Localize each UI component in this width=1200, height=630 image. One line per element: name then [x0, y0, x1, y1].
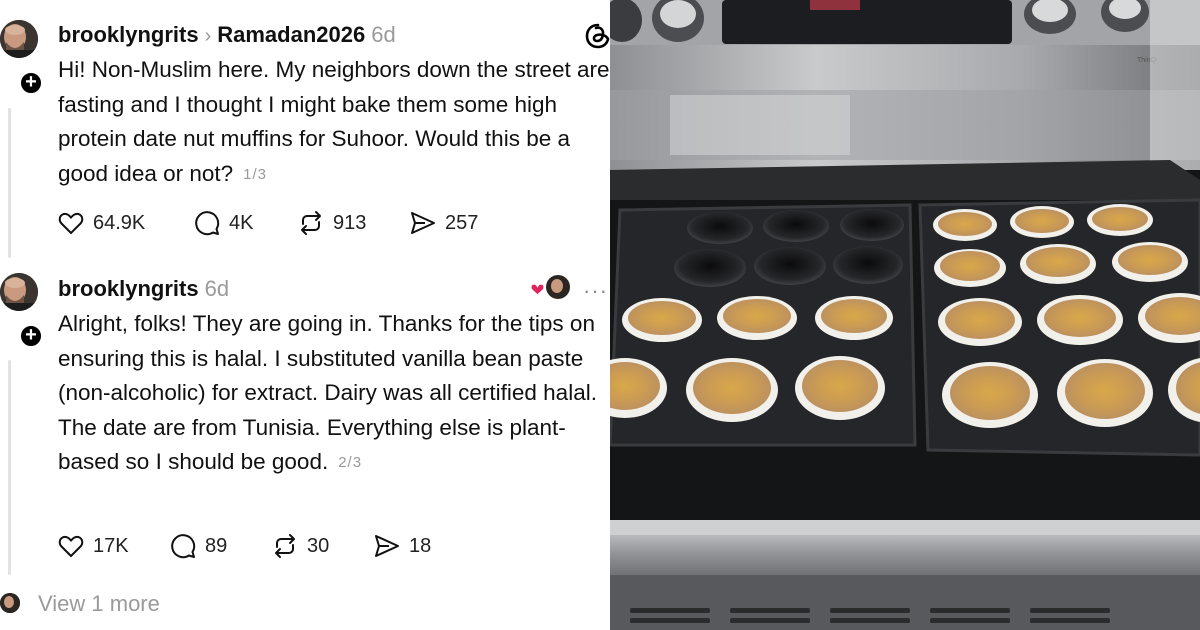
- share-icon: [411, 212, 435, 234]
- repost-button[interactable]: 30: [270, 531, 329, 561]
- reply-count: 89: [205, 534, 228, 557]
- reply-button[interactable]: 4K: [192, 208, 253, 238]
- heart-icon: [58, 212, 84, 235]
- comment-icon: [171, 534, 196, 559]
- like-button[interactable]: 64.9K: [56, 208, 145, 238]
- avatar: [0, 593, 20, 613]
- repost-icon: [275, 534, 295, 558]
- username[interactable]: brooklyngrits: [58, 276, 199, 301]
- reply-count: 4K: [229, 211, 254, 234]
- post-header: brooklyngrits 6d: [58, 276, 229, 302]
- repost-count: 913: [333, 211, 367, 234]
- share-count: 18: [409, 534, 432, 557]
- repost-icon: [301, 211, 321, 235]
- comment-icon: [195, 211, 220, 236]
- muffins-photo: ThinQ: [610, 0, 1200, 630]
- share-button[interactable]: 18: [372, 531, 431, 561]
- post-time: 6d: [371, 22, 396, 47]
- chevron-right-icon: ›: [204, 25, 212, 47]
- topic-tag[interactable]: Ramadan2026: [217, 22, 365, 47]
- post-header: brooklyngrits › Ramadan2026 6d: [58, 22, 396, 49]
- thread-connector: [8, 360, 11, 575]
- follow-plus-icon[interactable]: +: [18, 323, 44, 349]
- share-count: 257: [445, 211, 479, 234]
- post-text: Hi! Non-Muslim here. My neighbors down t…: [58, 53, 610, 192]
- threads-logo-icon: [585, 23, 610, 49]
- like-button[interactable]: 17K: [56, 531, 129, 561]
- like-count: 64.9K: [93, 211, 146, 234]
- post-text: Alright, folks! They are going in. Thank…: [58, 307, 610, 481]
- thread-panel: + brooklyngrits › Ramadan2026 6d Hi! Non-Mu…: [0, 0, 610, 630]
- post-text-content: Alright, folks! They are going in. Thank…: [58, 311, 597, 474]
- repost-button[interactable]: 913: [296, 208, 366, 238]
- post-pager: 2/3: [338, 454, 363, 471]
- thread-connector: [8, 108, 11, 258]
- username[interactable]: brooklyngrits: [58, 22, 199, 47]
- avatar[interactable]: [0, 20, 38, 58]
- post-photo[interactable]: ThinQ: [610, 0, 1200, 630]
- liked-by-author-icon: [530, 275, 570, 299]
- post-text-content: Hi! Non-Muslim here. My neighbors down t…: [58, 57, 610, 186]
- repost-count: 30: [307, 534, 330, 557]
- view-more-link[interactable]: View 1 more: [38, 591, 160, 617]
- like-count: 17K: [93, 534, 129, 557]
- avatar[interactable]: [0, 273, 38, 311]
- reply-button[interactable]: 89: [168, 531, 227, 561]
- share-button[interactable]: 257: [408, 208, 478, 238]
- post-time: 6d: [204, 276, 230, 301]
- post-pager: 1/3: [243, 165, 268, 183]
- heart-icon: [58, 535, 84, 558]
- more-options-icon[interactable]: ···: [583, 278, 608, 304]
- follow-plus-icon[interactable]: +: [18, 70, 44, 96]
- share-icon: [375, 535, 399, 557]
